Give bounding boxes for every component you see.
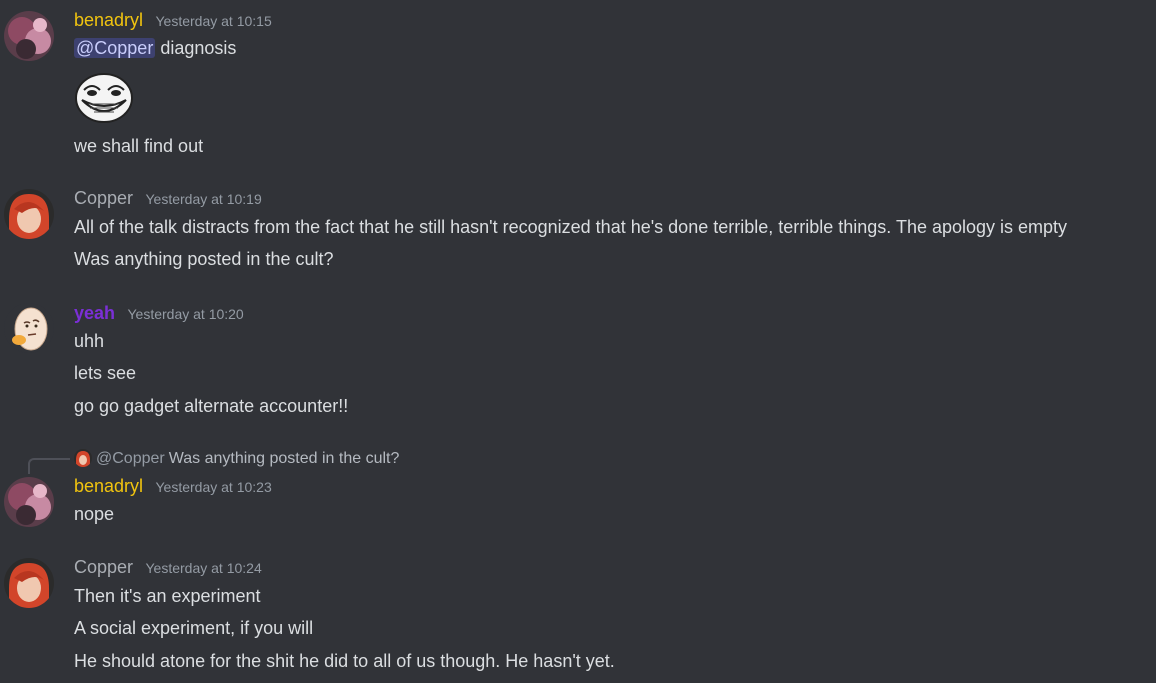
message-text: uhh	[74, 331, 105, 351]
timestamp[interactable]: Yesterday at 10:19	[146, 191, 262, 207]
message-text: nope	[74, 504, 115, 524]
message-text: @Copper diagnosis	[74, 37, 236, 59]
message-header: Copper Yesterday at 10:24	[74, 557, 262, 578]
message-text: we shall find out	[74, 136, 204, 156]
message-text: All of the talk distracts from the fact …	[74, 217, 1068, 237]
username[interactable]: Copper	[74, 188, 133, 208]
trollface-emoji[interactable]	[74, 72, 134, 124]
message-header: benadryl Yesterday at 10:23	[74, 476, 272, 497]
avatar-benadryl[interactable]	[4, 477, 54, 527]
timestamp[interactable]: Yesterday at 10:20	[127, 306, 243, 322]
message-text: go go gadget alternate accounter!!	[74, 396, 349, 416]
timestamp[interactable]: Yesterday at 10:15	[156, 13, 272, 29]
username[interactable]: Copper	[74, 557, 133, 577]
reply-username[interactable]: @Copper	[96, 450, 165, 467]
message-header: Copper Yesterday at 10:19	[74, 188, 262, 209]
timestamp[interactable]: Yesterday at 10:24	[146, 560, 262, 576]
reply-spine	[28, 458, 70, 474]
message-header: benadryl Yesterday at 10:15	[74, 10, 272, 31]
message-text: Then it's an experiment	[74, 586, 261, 606]
user-mention[interactable]: @Copper	[74, 38, 156, 58]
message-text: He should atone for the shit he did to a…	[74, 651, 615, 671]
message-text: Was anything posted in the cult?	[74, 249, 334, 269]
username[interactable]: benadryl	[74, 476, 143, 496]
message-text: A social experiment, if you will	[74, 618, 314, 638]
username[interactable]: benadryl	[74, 10, 143, 30]
message-text-rest: diagnosis	[155, 38, 237, 58]
avatar-benadryl[interactable]	[4, 11, 54, 61]
username[interactable]: yeah	[74, 303, 115, 323]
avatar-thinking-egg[interactable]	[4, 303, 54, 353]
message-text: lets see	[74, 363, 137, 383]
avatar-copper[interactable]	[4, 558, 54, 608]
reply-avatar-copper	[74, 449, 92, 467]
message-header: yeah Yesterday at 10:20	[74, 303, 244, 324]
reply-text: Was anything posted in the cult?	[168, 450, 400, 467]
avatar-copper[interactable]	[4, 189, 54, 239]
timestamp[interactable]: Yesterday at 10:23	[156, 479, 272, 495]
reply-preview[interactable]: @Copper Was anything posted in the cult?	[74, 449, 399, 469]
